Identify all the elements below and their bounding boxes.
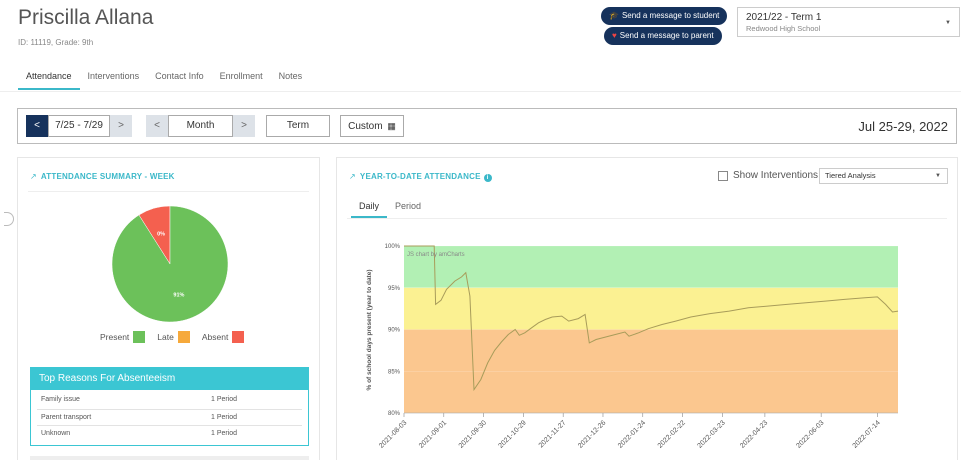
next-week-button[interactable]: > [110,115,132,137]
year-to-date-card: ↗ YEAR-TO-DATE ATTENDANCE i Show Intervent… [336,157,958,460]
graduation-cap-icon: 🎓 [609,11,619,20]
table-row: Family issue 1 Period [37,392,302,409]
threshold-band-1 [404,287,898,330]
tab-notes[interactable]: Notes [271,65,311,90]
reason-label: Parent transport [41,413,92,421]
pie-slice-present[interactable] [111,205,229,323]
send-message-to-student-button[interactable]: 🎓 Send a message to student [601,7,728,25]
prev-month-button[interactable]: < [146,115,168,137]
trend-line-icon: ↗ [30,172,37,181]
ytd-attendance-chart: 80% 85% 90% 95% 100% 2021-08-03 2021-09-01 2021… [366,244,899,450]
y-tick-label: 95% [388,286,401,292]
absence-reasons-panel: Top Reasons For Absenteeism Family issue… [30,367,309,446]
tab-enrollment[interactable]: Enrollment [212,65,271,90]
reason-count: 1 Period [211,396,238,403]
send-message-to-parent-button[interactable]: ♥ Send a message to parent [604,27,722,45]
legend-label-absent: Absent [201,332,229,342]
next-panel-header [30,456,309,460]
prev-week-button[interactable]: < [26,115,48,137]
chart-watermark: JS chart by amCharts [407,252,465,258]
x-tick-label: 2021-09-30 [458,419,488,449]
tab-interventions[interactable]: Interventions [80,65,148,90]
legend-item-late: Late [157,331,190,343]
next-month-button[interactable]: > [233,115,255,137]
attendance-summary-title: ↗ ATTENDANCE SUMMARY - WEEK [30,172,175,181]
term-select[interactable]: 2021/22 - Term 1 Redwood High School ▼ [737,7,960,37]
y-tick-label: 100% [385,244,401,250]
legend-label-present: Present [100,332,130,342]
y-tick-label: 80% [388,411,401,417]
legend-swatch-present [133,331,146,343]
x-tick-label: 2021-10-29 [498,419,528,449]
calendar-icon: ▦ [387,121,396,131]
week-range-button[interactable]: 7/25 - 7/29 [48,115,110,137]
tab-attendance[interactable]: Attendance [18,65,80,90]
x-tick-label: 2022-01-24 [617,419,647,449]
custom-label: Custom [348,121,383,132]
send-message-to-student-label: Send a message to student [621,11,720,20]
side-drawer-handle[interactable] [4,212,14,226]
x-tick-label: 2021-11-27 [538,419,568,449]
x-tick-label: 2022-02-22 [657,419,687,449]
period-selector: < 7/25 - 7/29 > < Month > Term Custom ▦ … [17,108,957,144]
legend-label-late: Late [157,332,174,342]
attendance-summary-card: ↗ ATTENDANCE SUMMARY - WEEK 0% 91% Present… [17,157,320,460]
table-row: Unknown 1 Period [37,425,302,442]
student-meta: ID: 11119, Grade: 9th [18,38,94,47]
term-selected: 2021/22 - Term 1 [746,12,822,23]
legend-swatch-late [177,331,190,343]
reason-label: Unknown [41,430,71,437]
selected-date-range: Jul 25-29, 2022 [858,119,948,134]
y-tick-label: 90% [388,328,401,334]
tab-contact-info[interactable]: Contact Info [147,65,212,90]
reason-count: 1 Period [211,413,238,421]
tabs-divider [0,91,961,92]
legend-item-present: Present [100,331,146,343]
school-name: Redwood High School [746,24,821,33]
x-tick-label: 2022-07-14 [852,419,882,449]
y-axis-label: % of school days present (year to date) [366,269,373,390]
pie-legend: Present Late Absent [100,331,245,343]
attendance-pie-chart: 0% 91% [111,205,229,323]
student-name: Priscilla Allana [18,6,154,29]
reason-count: 1 Period [211,430,238,437]
table-row: Parent transport 1 Period [37,408,302,426]
legend-item-absent: Absent [201,331,245,343]
card-divider [28,191,309,192]
pie-label-absent: 0% [157,231,165,237]
y-tick-label: 85% [388,369,401,375]
month-button[interactable]: Month [168,115,233,137]
reason-label: Family issue [41,396,80,403]
x-tick-label: 2021-12-26 [577,419,607,449]
x-tick-label: 2021-09-01 [418,419,448,449]
custom-range-button[interactable]: Custom ▦ [340,115,404,137]
x-tick-label: 2021-08-03 [378,419,408,449]
attendance-summary-label: ATTENDANCE SUMMARY - WEEK [40,172,175,181]
pie-label-present: 91% [173,293,184,299]
caret-down-icon: ▼ [945,20,951,26]
send-message-to-parent-label: Send a message to parent [619,31,714,40]
student-tabs: Attendance Interventions Contact Info En… [18,65,310,91]
term-button[interactable]: Term [266,115,330,137]
legend-swatch-absent [232,331,245,343]
x-tick-label: 2022-03-23 [696,419,726,449]
x-tick-label: 2022-04-23 [739,419,769,449]
heart-icon: ♥ [612,31,617,40]
x-tick-label: 2022-06-03 [795,419,825,449]
threshold-band-0 [404,246,898,288]
absence-reasons-title: Top Reasons For Absenteeism [31,368,308,390]
